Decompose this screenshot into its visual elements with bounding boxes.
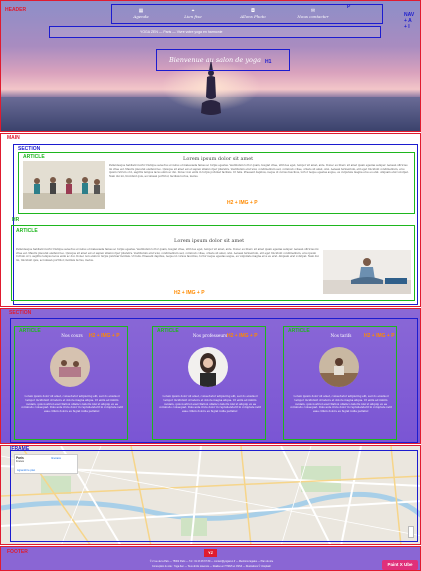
card-teachers: ARTICLE Nos professeurs H2 + IMG + P Lor… bbox=[152, 326, 266, 440]
view-larger-map-link[interactable]: Agrandir le plan bbox=[17, 469, 35, 472]
article-2: ARTICLE Lorem ipsum dolor sit amet Pelle… bbox=[11, 225, 415, 301]
card-image-prices bbox=[319, 347, 359, 387]
main: MAIN SECTION ARTICLE Lorem ipsum dolor s… bbox=[0, 133, 421, 307]
footer-address: © 2 rue de la Paix — 75002 Paris — Tél :… bbox=[149, 560, 274, 563]
card-image-courses bbox=[50, 347, 90, 387]
h2-img-p-marker: H2 + IMG + P bbox=[89, 333, 120, 339]
footer-credits: Conception du site : Yoga Zen — Tous dro… bbox=[152, 565, 271, 568]
nav-label: Nous contacter bbox=[297, 14, 329, 19]
article-title: Lorem ipsum dolor sit amet bbox=[183, 156, 254, 162]
nav-item-contact[interactable]: ✉ Nous contacter bbox=[288, 8, 338, 19]
card-text: Lorem ipsum dolor sit amet, consectetur … bbox=[21, 395, 123, 414]
card-image-teachers bbox=[188, 347, 228, 387]
zoom-control[interactable] bbox=[408, 526, 414, 538]
main-nav: ▦ Agenda ⌖ Lien fixe ◘ Allons Photo ✉ No… bbox=[111, 4, 414, 30]
map-info-card: Paris France Itinéraire Agrandir le plan bbox=[14, 454, 78, 474]
h2-img-p-marker: H2 + IMG + P bbox=[227, 200, 258, 206]
h2-img-p-marker: H2 + IMG + P bbox=[174, 290, 205, 296]
nav-item-agenda[interactable]: ▦ Agenda bbox=[116, 8, 166, 19]
yoga-class-photo bbox=[23, 161, 105, 209]
card-prices: ARTICLE Nos tarifs H2 + IMG + P Lorem ip… bbox=[283, 326, 397, 440]
main-marker: MAIN bbox=[7, 135, 20, 141]
h1-marker: H1 bbox=[265, 59, 272, 65]
article-text: Pellentesque habitant morbi tristique se… bbox=[16, 248, 319, 262]
section-marker: SECTION bbox=[9, 310, 32, 316]
directions-link[interactable]: Itinéraire bbox=[51, 457, 61, 460]
map-iframe: Paris France Itinéraire Agrandir le plan bbox=[10, 450, 418, 542]
hero-title-box: Bienvenue au salon de yoga H1 bbox=[156, 49, 290, 71]
hero-title: Bienvenue au salon de yoga bbox=[169, 56, 261, 64]
section-cards: SECTION ARTICLE Nos cours H2 + IMG + P L… bbox=[0, 308, 421, 444]
cards-container: ARTICLE Nos cours H2 + IMG + P Lorem ips… bbox=[10, 318, 418, 443]
nav-label: Agenda bbox=[133, 14, 149, 19]
header: HEADER ▦ Agenda ⌖ Lien fixe ◘ Allons Pho… bbox=[0, 0, 421, 132]
header-marker: HEADER bbox=[5, 7, 27, 13]
nav-label: Lien fixe bbox=[184, 14, 202, 19]
section-articles: SECTION ARTICLE Lorem ipsum dolor sit am… bbox=[11, 144, 418, 305]
paint-x-button[interactable]: Paint X Ube bbox=[382, 560, 418, 570]
hr-marker: HR bbox=[12, 217, 20, 223]
p-marker: P bbox=[347, 4, 351, 10]
nav-item-lien[interactable]: ⌖ Lien fixe bbox=[168, 8, 218, 19]
site-logo[interactable]: YZ bbox=[204, 549, 217, 557]
article-marker: ARTICLE bbox=[16, 228, 38, 234]
article-1: ARTICLE Lorem ipsum dolor sit amet Pelle… bbox=[18, 152, 415, 214]
nav-label: Allons Photo bbox=[240, 14, 266, 19]
h2-img-p-marker: H2 + IMG + P bbox=[364, 333, 395, 339]
footer: FOOTER YZ © 2 rue de la Paix — 75002 Par… bbox=[0, 546, 421, 571]
article-title: Lorem ipsum dolor sit amet bbox=[174, 238, 245, 244]
article-marker: ARTICLE bbox=[23, 154, 45, 160]
meditation-photo bbox=[323, 250, 411, 294]
subtitle-text: YOGA ZEN — Paris — Vivre votre yoga en h… bbox=[140, 30, 223, 34]
subtitle-bar: YOGA ZEN — Paris — Vivre votre yoga en h… bbox=[49, 26, 381, 38]
article-text: Pellentesque habitant morbi tristique se… bbox=[109, 164, 409, 178]
map-section: IFRAME Paris France Itinéraire Agrandir … bbox=[0, 445, 421, 545]
nav-marker: NAV + A + I bbox=[404, 12, 415, 30]
nav-item-photo[interactable]: ◘ Allons Photo bbox=[228, 8, 278, 19]
card-text: Lorem ipsum dolor sit amet, consectetur … bbox=[159, 395, 261, 414]
card-text: Lorem ipsum dolor sit amet, consectetur … bbox=[290, 395, 392, 414]
map-place-subtitle: France bbox=[16, 460, 25, 463]
footer-marker: FOOTER bbox=[7, 549, 28, 555]
h2-img-p-marker: H2 + IMG + P bbox=[227, 333, 258, 339]
card-courses: ARTICLE Nos cours H2 + IMG + P Lorem ips… bbox=[14, 326, 128, 440]
